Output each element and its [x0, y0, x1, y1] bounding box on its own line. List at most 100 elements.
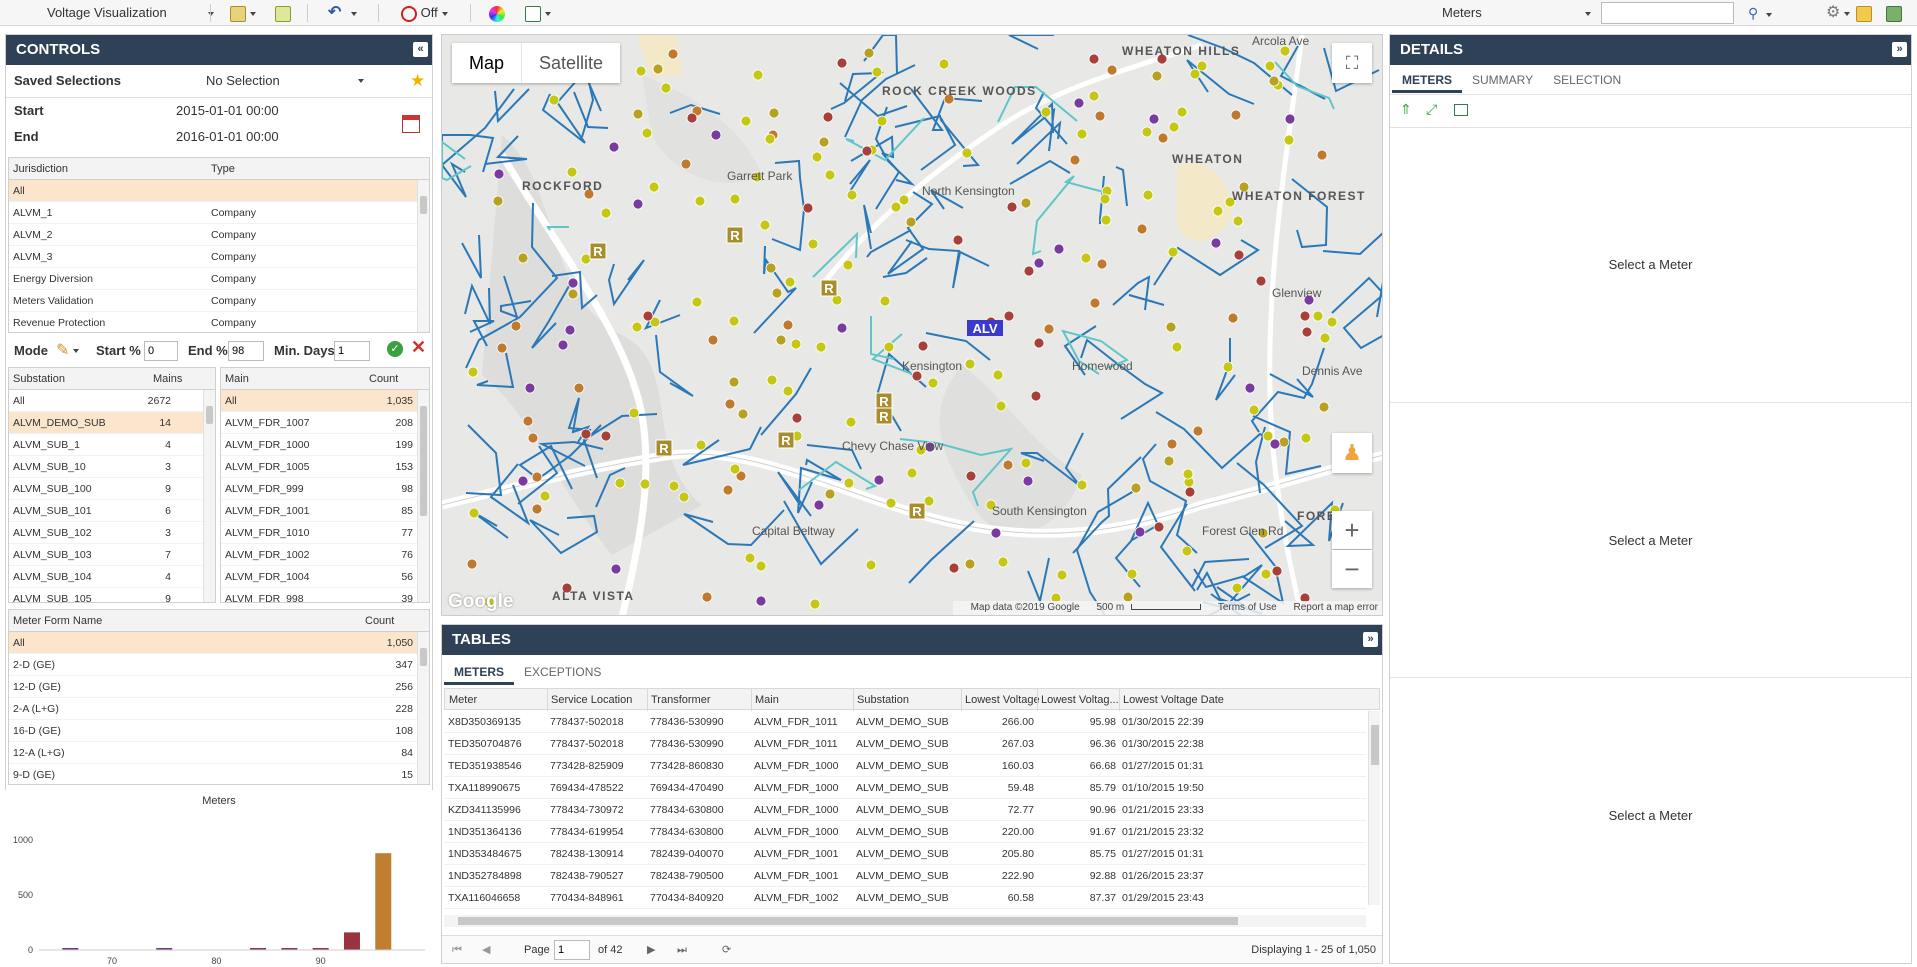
- collapse-left-button[interactable]: «: [413, 42, 428, 57]
- collapse-right-button[interactable]: »: [1892, 42, 1907, 57]
- meter-dot[interactable]: [740, 115, 752, 127]
- table-row[interactable]: ALVM_FDR_1002 76: [221, 544, 429, 566]
- meter-dot[interactable]: [791, 412, 803, 424]
- meter-dot[interactable]: [784, 276, 796, 288]
- meter-dot[interactable]: [1023, 265, 1035, 277]
- meter-dot[interactable]: [755, 595, 767, 607]
- apply-check-icon[interactable]: ✓: [387, 341, 403, 357]
- meter-dot[interactable]: [1030, 390, 1042, 402]
- meter-dot[interactable]: [1283, 134, 1295, 146]
- meter-dot[interactable]: [642, 310, 654, 322]
- table-row[interactable]: ALVM_FDR_998 39: [221, 588, 429, 602]
- meter-dot[interactable]: [1040, 106, 1052, 118]
- street-view-pegman-icon[interactable]: ♟: [1332, 433, 1372, 473]
- meter-dot[interactable]: [811, 151, 823, 163]
- column-divider[interactable]: [647, 689, 648, 711]
- save-button[interactable]: [1886, 4, 1902, 22]
- meter-dot[interactable]: [631, 321, 643, 333]
- table-row[interactable]: TED350704876 778437-502018 778436-530990 AL…: [444, 733, 1366, 755]
- up-arrow-icon[interactable]: ⇑: [1400, 101, 1412, 118]
- page-input[interactable]: [554, 940, 590, 960]
- collapse-tables-button[interactable]: »: [1363, 632, 1378, 647]
- meter-dot[interactable]: [964, 558, 976, 570]
- table-row[interactable]: 16-D (GE) 108: [9, 720, 429, 742]
- meter-dot[interactable]: [1300, 432, 1312, 444]
- meter-dot[interactable]: [995, 400, 1007, 412]
- meter-dot[interactable]: [752, 69, 764, 81]
- meter-dot[interactable]: [701, 591, 713, 603]
- meter-dot[interactable]: [764, 133, 776, 145]
- column-header[interactable]: Meter: [449, 689, 477, 711]
- meter-dot[interactable]: [1163, 455, 1175, 467]
- map-canvas[interactable]: WHEATON HILLS ROCK CREEK WOODS WHEATON WHEA…: [442, 35, 1383, 616]
- jurisdiction-scrollbar[interactable]: [417, 180, 429, 332]
- table-row[interactable]: All 2672: [9, 390, 215, 412]
- table-row[interactable]: 2-D (GE) 347: [9, 654, 429, 676]
- tab-summary[interactable]: SUMMARY: [1462, 67, 1543, 93]
- meter-dot[interactable]: [467, 366, 479, 378]
- meter-dot[interactable]: [1268, 75, 1280, 87]
- meter-dot[interactable]: [566, 166, 578, 178]
- meter-dot[interactable]: [1255, 275, 1267, 287]
- meter-dot[interactable]: [1231, 582, 1243, 594]
- meter-dot[interactable]: [1080, 252, 1092, 264]
- meter-dot[interactable]: [906, 467, 918, 479]
- meter-dot[interactable]: [927, 377, 939, 389]
- meter-dot[interactable]: [885, 497, 897, 509]
- meter-dot[interactable]: [564, 324, 576, 336]
- meter-dot[interactable]: [990, 527, 1002, 539]
- meter-dot[interactable]: [1056, 569, 1068, 581]
- table-row[interactable]: ALVM_FDR_999 98: [221, 478, 429, 500]
- meter-dot[interactable]: [917, 340, 929, 352]
- meter-dot[interactable]: [1088, 53, 1100, 65]
- substation-scrollbar[interactable]: [203, 390, 215, 602]
- fullscreen-button[interactable]: ⛶: [1332, 43, 1372, 83]
- view-select[interactable]: Voltage Visualization: [47, 4, 215, 22]
- meter-dot[interactable]: [632, 198, 644, 210]
- table-row[interactable]: ALVM_DEMO_SUB 14: [9, 412, 215, 434]
- meter-dot[interactable]: [524, 382, 536, 394]
- table-row[interactable]: ALVM_FDR_1010 77: [221, 522, 429, 544]
- meter-dot[interactable]: [1166, 438, 1178, 450]
- table-row[interactable]: TXA118990675 769434-478522 769434-470490 AL…: [444, 777, 1366, 799]
- layout-button[interactable]: [525, 4, 551, 22]
- meter-dot[interactable]: [1020, 457, 1032, 469]
- table-row[interactable]: 12-D (GE) 256: [9, 676, 429, 698]
- meter-dot[interactable]: [600, 207, 612, 219]
- zoom-out-button[interactable]: −: [1332, 550, 1372, 588]
- meter-dot[interactable]: [782, 385, 794, 397]
- meter-dot[interactable]: [1184, 486, 1196, 498]
- meter-dot[interactable]: [863, 47, 875, 59]
- meter-dot[interactable]: [1141, 126, 1153, 138]
- meter-dot[interactable]: [1312, 310, 1324, 322]
- meter-dot[interactable]: [468, 507, 480, 519]
- meter-dot[interactable]: [641, 127, 653, 139]
- tab-meters[interactable]: METERS: [1392, 67, 1463, 93]
- meter-dot[interactable]: [1301, 326, 1313, 338]
- meter-dot[interactable]: [1020, 197, 1032, 209]
- column-header-meter-form-name[interactable]: Meter Form Name: [13, 610, 102, 632]
- meter-dot[interactable]: [992, 369, 1004, 381]
- column-header-count[interactable]: Count: [365, 610, 394, 632]
- mode-dropdown[interactable]: ✎: [56, 340, 80, 360]
- table-row[interactable]: 2-A (L+G) 228: [9, 698, 429, 720]
- meter-dot[interactable]: [843, 477, 855, 489]
- meter-dot[interactable]: [729, 193, 741, 205]
- main-scrollbar[interactable]: [417, 390, 429, 602]
- meter-dot[interactable]: [492, 195, 504, 207]
- meter-dot[interactable]: [660, 82, 672, 94]
- table-row[interactable]: ALVM_SUB_101 6: [9, 500, 215, 522]
- table-vertical-scrollbar[interactable]: [1368, 711, 1380, 905]
- meter-dot[interactable]: [1233, 249, 1245, 261]
- table-row[interactable]: Meters Validation Company: [9, 290, 429, 312]
- meter-dot[interactable]: [1182, 468, 1194, 480]
- meter-dot[interactable]: [1196, 60, 1208, 72]
- meter-dot[interactable]: [724, 398, 736, 410]
- meter-dot[interactable]: [648, 181, 660, 193]
- meter-dot[interactable]: [600, 430, 612, 442]
- meter-dot[interactable]: [809, 598, 821, 610]
- column-header[interactable]: Lowest Voltag...: [1041, 689, 1119, 711]
- meter-dot[interactable]: [775, 334, 787, 346]
- meter-dot[interactable]: [1269, 438, 1281, 450]
- meter-dot[interactable]: [557, 339, 569, 351]
